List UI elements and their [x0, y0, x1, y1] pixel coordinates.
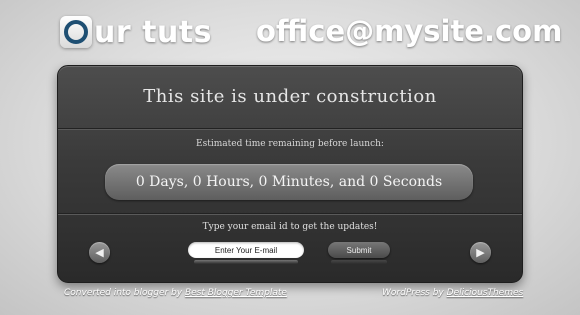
footer-left-prefix: Converted into blogger by: [64, 288, 183, 298]
contact-email[interactable]: office@mysite.com: [256, 14, 562, 48]
page-headline: This site is under construction: [143, 86, 437, 107]
divider: [58, 213, 522, 215]
prev-arrow-icon[interactable]: ◀: [89, 242, 110, 263]
next-arrow-icon[interactable]: ▶: [470, 242, 491, 263]
subscribe-prompt: Type your email id to get the updates!: [202, 222, 378, 232]
delicious-themes-link[interactable]: DeliciousThemes: [447, 288, 524, 298]
email-input[interactable]: [188, 242, 304, 258]
construction-panel: This site is under construction Estimate…: [57, 65, 523, 283]
site-logo[interactable]: ur tuts: [60, 14, 212, 50]
estimate-label: Estimated time remaining before launch:: [196, 139, 384, 149]
divider: [58, 128, 522, 130]
footer-credit-left: Converted into blogger by Best Blogger T…: [64, 288, 287, 298]
logo-o-icon: [60, 16, 92, 48]
logo-text: ur tuts: [94, 14, 212, 50]
footer-right-prefix: WordPress by: [382, 288, 444, 298]
button-reflection: [331, 260, 387, 264]
submit-button[interactable]: Submit: [328, 242, 390, 258]
input-reflection: [194, 260, 298, 264]
best-blogger-template-link[interactable]: Best Blogger Template: [185, 288, 287, 298]
logo-ring-icon: [64, 20, 88, 44]
countdown-timer: 0 Days, 0 Hours, 0 Minutes, and 0 Second…: [105, 164, 473, 200]
countdown-text: 0 Days, 0 Hours, 0 Minutes, and 0 Second…: [135, 174, 443, 190]
footer-credit-right: WordPress by DeliciousThemes: [382, 288, 523, 298]
